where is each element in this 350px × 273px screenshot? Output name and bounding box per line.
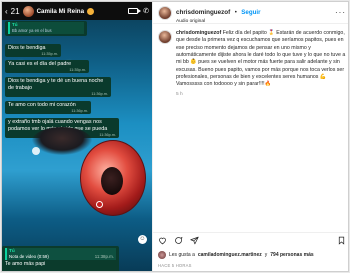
chat-message: Dios te bendiga y te dé un buena noche d… [5,77,111,98]
likes-connector: y [264,252,268,258]
heart-icon[interactable] [158,236,167,245]
back-icon[interactable]: ‹ [5,7,8,16]
caption-username[interactable]: chrisdominguezof [176,30,221,36]
more-options-icon[interactable]: ··· [335,8,346,17]
message-time: 11:35p.m. [69,67,86,72]
chat-message: Te amo con todo mi corazón 11:36p.m. [5,101,91,115]
message-text: Dios te bendiga y te dé un buena noche d… [8,78,104,91]
posted-time: HACE 5 HORAS [158,263,192,268]
message-text: Dios te bendiga [8,45,46,51]
video-quote: Tú Nota de video (0:59) 11:38p.m. [5,248,116,260]
video-call-icon[interactable] [128,8,142,14]
message-text: Te amo con todo mi corazón [8,102,76,108]
likes-row: Les gusta a camiladominguez.martinez y 7… [158,251,314,259]
follow-button[interactable]: Seguir [241,9,260,16]
screenshot-card: ‹ 21 Camila Mi Reina ✆ Tú Bb amor ya en … [1,1,349,272]
play-icon[interactable] [32,147,40,155]
video-reply-bubble: Tú Nota de video (0:59) 11:38p.m. Te amo… [2,246,119,271]
quoted-message: Tú Bb amor ya en el bus [5,21,87,37]
divider [153,232,348,233]
likes-count[interactable]: 794 personas más [270,252,313,258]
phone-icon[interactable]: ✆ [143,8,149,15]
mic-icon [96,201,103,208]
quote-block: Tú Bb amor ya en el bus [8,22,84,35]
chat-message: Ya casi es el día del padre 11:35p.m. [5,60,89,74]
reaction-icon[interactable]: ☺ [138,235,147,244]
comment-icon[interactable] [174,236,183,245]
contact-name[interactable]: Camila Mi Reina [37,8,84,15]
video-quote-text: Nota de video (0:59) [9,254,49,259]
message-text: Ya casi es el día del padre [8,61,72,67]
caption-row: chrisdominguezof Feliz día del papito 🎖️… [158,30,346,97]
video-reply-text: Te amo más papi [5,261,46,267]
pool-figure [32,127,92,155]
message-time: 11:36p.m. [91,91,108,96]
chat-header: ‹ 21 Camila Mi Reina ✆ [2,2,152,20]
share-icon[interactable] [190,236,199,245]
liker-avatar[interactable] [158,251,166,259]
quote-text: Bb amor ya en el bus [12,27,52,33]
message-time: 11:36p.m. [71,108,88,113]
message-time: 11:35p.m. [41,51,58,56]
caption-text: chrisdominguezof Feliz día del papito 🎖️… [176,30,348,89]
likes-prefix: Les gusta a [169,252,195,258]
chat-image: ‹ 21 Camila Mi Reina ✆ Tú Bb amor ya en … [2,2,152,271]
video-quote-time: 11:38p.m. [94,254,114,259]
video-note[interactable] [80,140,146,216]
author-avatar[interactable] [158,5,172,20]
emoji-icon [87,7,95,15]
audio-label[interactable]: Audio original [176,19,261,24]
separator-dot: • [234,10,237,16]
bookmark-icon[interactable] [337,236,346,245]
author-username[interactable]: chrisdominguezof [176,9,230,16]
liker-username[interactable]: camiladominguez.martinez [198,252,262,258]
caption-body: Feliz día del papito 🎖️ Estarán de acuer… [176,30,346,88]
post-header: chrisdominguezof • Seguir Audio original… [153,2,348,24]
caption-time: 5 h [176,91,183,97]
video-note-face [101,167,123,195]
unread-badge: 21 [10,6,20,16]
contact-avatar[interactable] [22,5,34,17]
post-panel: chrisdominguezof • Seguir Audio original… [152,2,348,271]
caption-avatar[interactable] [158,30,172,44]
action-bar [158,236,199,245]
chat-message: Dios te bendiga 11:35p.m. [5,44,61,58]
